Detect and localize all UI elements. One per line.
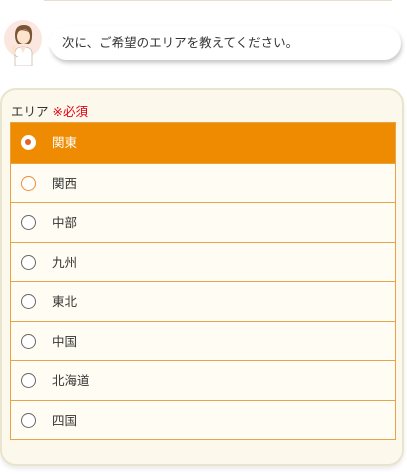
radio-option-label: 関西	[52, 175, 78, 191]
chat-bubble: 次に、ご希望のエリアを教えてください。	[43, 26, 401, 60]
radio-option-kanto[interactable]: 関東	[11, 123, 395, 163]
radio-option-label: 九州	[52, 254, 78, 270]
chat-message-row: 次に、ご希望のエリアを教えてください。	[0, 14, 407, 67]
area-radio-group: 関東 関西 中部 九州 東北 中国 北海道 四国	[10, 122, 396, 440]
radio-option-kyushu[interactable]: 九州	[11, 241, 395, 282]
area-form-card: エリア ※必須 関東 関西 中部 九州 東北 中国 北海道 四国	[0, 88, 404, 466]
radio-option-label: 北海道	[52, 373, 90, 388]
top-divider	[44, 0, 392, 1]
chat-message-text: 次に、ご希望のエリアを教えてください。	[62, 35, 299, 50]
radio-option-label: 四国	[52, 412, 78, 428]
radio-option-shikoku[interactable]: 四国	[11, 399, 395, 440]
radio-option-kansai[interactable]: 関西	[11, 162, 395, 203]
radio-button-checked-icon[interactable]	[21, 135, 36, 150]
field-label-text: エリア	[11, 104, 49, 119]
radio-option-label: 東北	[52, 294, 78, 309]
radio-option-chugoku[interactable]: 中国	[11, 320, 395, 361]
radio-button-icon[interactable]	[21, 333, 36, 349]
required-mark: ※必須	[52, 104, 88, 119]
radio-button-icon[interactable]	[21, 215, 36, 230]
radio-option-chubu[interactable]: 中部	[11, 202, 395, 242]
radio-button-icon[interactable]	[21, 294, 36, 309]
radio-button-icon[interactable]	[21, 412, 36, 428]
radio-option-tohoku[interactable]: 東北	[11, 281, 395, 321]
operator-woman-icon	[2, 20, 44, 67]
area-field-label: エリア ※必須	[11, 101, 88, 120]
radio-option-label: 中部	[52, 215, 78, 230]
radio-option-hokkaido[interactable]: 北海道	[11, 360, 395, 400]
radio-option-label: 関東	[52, 135, 78, 150]
radio-button-icon[interactable]	[21, 175, 36, 191]
radio-button-icon[interactable]	[21, 254, 36, 270]
radio-option-label: 中国	[52, 333, 78, 349]
radio-button-icon[interactable]	[21, 373, 36, 388]
